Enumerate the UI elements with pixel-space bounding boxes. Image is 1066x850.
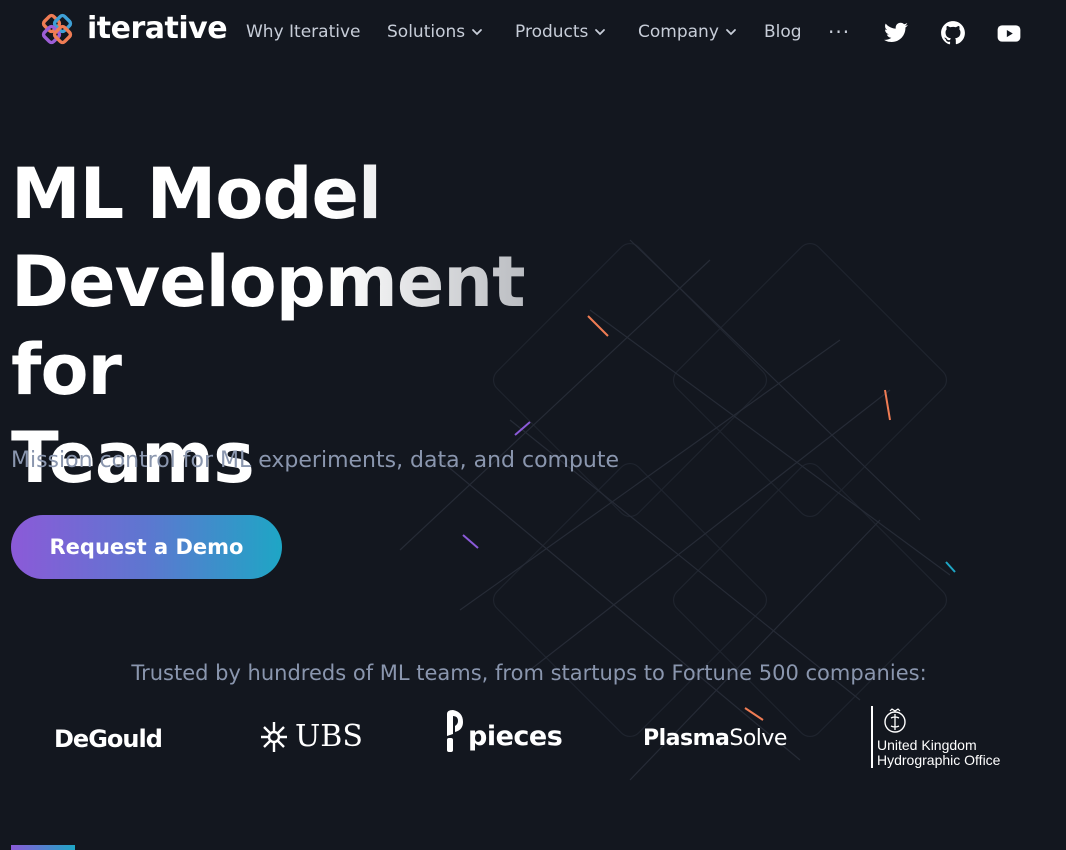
nav-link-company[interactable]: Company	[638, 20, 737, 44]
top-navigation: iterative Why Iterative Solutions Produc…	[0, 0, 1066, 66]
nav-link-label: Company	[638, 22, 719, 42]
nav-link-label: Why Iterative	[246, 22, 361, 42]
page: iterative Why Iterative Solutions Produc…	[0, 0, 1066, 850]
nav-link-blog[interactable]: Blog	[764, 20, 802, 44]
chevron-down-icon	[472, 29, 483, 36]
brand-logo[interactable]: iterative	[40, 11, 228, 46]
plasmasolve-logo: PlasmaSolve	[643, 724, 787, 754]
ukho-logo: United Kingdom Hydrographic Office	[871, 706, 1000, 768]
ubs-wordmark: UBS	[295, 719, 363, 754]
request-demo-button[interactable]: Request a Demo	[11, 515, 282, 579]
twitter-icon[interactable]	[883, 20, 909, 46]
pieces-wordmark: pieces	[468, 721, 563, 752]
chevron-down-icon	[595, 29, 606, 36]
degould-logo: DeGould	[54, 725, 163, 753]
nav-link-why-iterative[interactable]: Why Iterative	[246, 20, 361, 44]
iterative-logo-icon	[41, 13, 73, 45]
chevron-down-icon	[725, 29, 736, 36]
section-accent-bar	[11, 845, 75, 850]
ukho-name-line: Hydrographic Office	[877, 752, 1001, 768]
plasmasolve-wordmark-light: Solve	[729, 726, 787, 751]
nav-link-products[interactable]: Products	[515, 20, 606, 44]
github-icon[interactable]	[940, 20, 966, 46]
hero-title-line: Development for	[11, 241, 525, 411]
ubs-logo: UBS	[257, 718, 363, 756]
nav-link-label: Blog	[764, 22, 802, 42]
nav-link-solutions[interactable]: Solutions	[387, 20, 483, 44]
hero-title-line: ML Model	[11, 153, 381, 235]
trusted-by-heading: Trusted by hundreds of ML teams, from st…	[131, 661, 927, 685]
ukho-name-line: United Kingdom	[877, 737, 977, 753]
ukho-crest-icon	[884, 708, 906, 733]
hero-subtitle: Mission control for ML experiments, data…	[11, 448, 620, 473]
plasmasolve-wordmark-bold: Plasma	[643, 726, 730, 751]
brand-name: iterative	[87, 11, 228, 46]
more-menu-button[interactable]: ···	[828, 20, 850, 44]
youtube-icon[interactable]	[996, 20, 1022, 46]
ukho-content: United Kingdom Hydrographic Office	[877, 706, 1000, 768]
pieces-mark-icon	[447, 710, 463, 752]
ubs-keys-icon	[261, 722, 287, 752]
nav-link-label: Products	[515, 22, 589, 42]
ukho-divider	[871, 706, 873, 768]
nav-link-label: Solutions	[387, 22, 466, 42]
pieces-logo: pieces	[443, 708, 563, 754]
